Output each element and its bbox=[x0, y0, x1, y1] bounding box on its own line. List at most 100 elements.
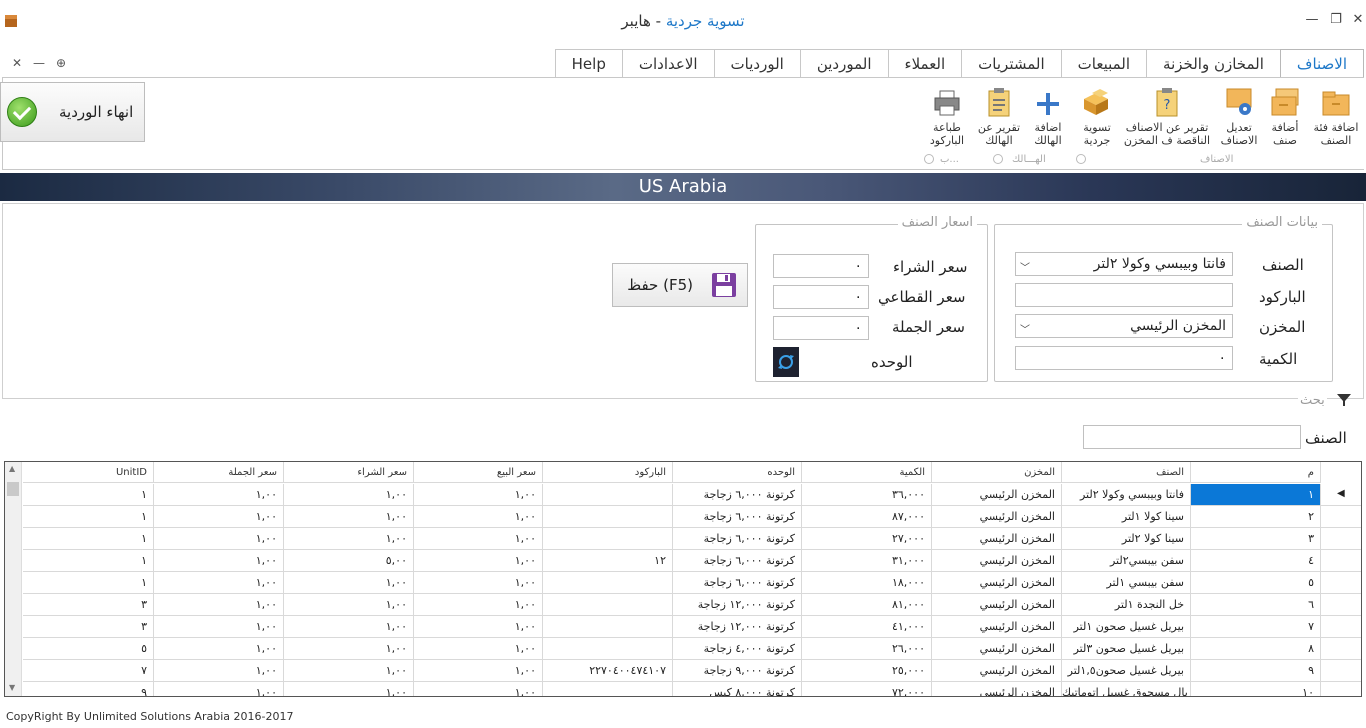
retail-price-field[interactable]: ٠ bbox=[773, 285, 869, 309]
grid-cell-col-sale-price[interactable]: ١,٠٠ bbox=[414, 682, 543, 696]
grid-cell-col-store[interactable]: المخزن الرئيسي bbox=[932, 484, 1062, 506]
header-col-sale-price[interactable]: سعر البيع bbox=[414, 462, 543, 483]
grid-cell-col-unit[interactable]: كرتونة ٦,٠٠٠ زجاجة bbox=[673, 528, 802, 550]
grid-cell-col-buy-price[interactable]: ٥,٠٠ bbox=[284, 550, 414, 572]
group-expand-icon[interactable] bbox=[993, 154, 1003, 164]
grid-cell-col-item[interactable]: سفن بيبسي٢لتر bbox=[1062, 550, 1191, 572]
restore-button[interactable]: ❐ bbox=[1326, 12, 1346, 27]
add-waste-button[interactable]: اضافة الهالك bbox=[1030, 83, 1066, 147]
grid-cell-col-buy-price[interactable]: ١,٠٠ bbox=[284, 528, 414, 550]
row-header[interactable] bbox=[1319, 682, 1361, 696]
grid-cell-col-unit[interactable]: كرتونة ٤,٠٠٠ زجاجة bbox=[673, 638, 802, 660]
grid-cell-col-store[interactable]: المخزن الرئيسي bbox=[932, 550, 1062, 572]
grid-cell-col-unit-id[interactable]: ٣ bbox=[23, 594, 154, 616]
grid-cell-col-index[interactable]: ٩ bbox=[1191, 660, 1321, 682]
grid-cell-col-wholesale-price[interactable]: ١,٠٠ bbox=[154, 572, 284, 594]
grid-cell-col-buy-price[interactable]: ١,٠٠ bbox=[284, 616, 414, 638]
grid-cell-col-barcode[interactable] bbox=[543, 638, 673, 660]
grid-cell-col-unit-id[interactable]: ١ bbox=[23, 528, 154, 550]
grid-cell-col-qty[interactable]: ٤١,٠٠٠ bbox=[802, 616, 932, 638]
grid-cell-col-store[interactable]: المخزن الرئيسي bbox=[932, 528, 1062, 550]
tab-help[interactable]: Help bbox=[554, 49, 623, 77]
grid-cell-col-sale-price[interactable]: ١,٠٠ bbox=[414, 616, 543, 638]
grid-cell-col-wholesale-price[interactable]: ١,٠٠ bbox=[154, 484, 284, 506]
grid-cell-col-index[interactable]: ٧ bbox=[1191, 616, 1321, 638]
grid-cell-col-wholesale-price[interactable]: ١,٠٠ bbox=[154, 506, 284, 528]
barcode-field[interactable] bbox=[1015, 283, 1233, 307]
grid-cell-col-wholesale-price[interactable]: ١,٠٠ bbox=[154, 638, 284, 660]
grid-cell-col-unit[interactable]: كرتونة ١٢,٠٠٠ زجاجة bbox=[673, 616, 802, 638]
close-button[interactable]: ✕ bbox=[1348, 12, 1366, 27]
tab-settings[interactable]: الاعدادات bbox=[621, 49, 715, 77]
row-header[interactable] bbox=[1319, 572, 1361, 594]
grid-cell-col-item[interactable]: خل النجدة ١لتر bbox=[1062, 594, 1191, 616]
grid-cell-col-buy-price[interactable]: ١,٠٠ bbox=[284, 682, 414, 696]
group-expand-icon[interactable] bbox=[1076, 154, 1086, 164]
save-button[interactable]: حفظ (F5) bbox=[612, 263, 748, 307]
tab-shifts[interactable]: الورديات bbox=[713, 49, 801, 77]
grid-scrollbar[interactable]: ▲ ▼ bbox=[5, 462, 22, 696]
grid-cell-col-wholesale-price[interactable]: ١,٠٠ bbox=[154, 594, 284, 616]
tab-sales[interactable]: المبيعات bbox=[1060, 49, 1148, 77]
row-header[interactable] bbox=[1319, 506, 1361, 528]
inventory-adjust-button[interactable]: تسوية جردية bbox=[1076, 83, 1118, 147]
grid-cell-col-barcode[interactable]: ١٢ bbox=[543, 550, 673, 572]
grid-cell-col-index[interactable]: ١ bbox=[1191, 484, 1321, 506]
grid-cell-col-store[interactable]: المخزن الرئيسي bbox=[932, 638, 1062, 660]
header-col-barcode[interactable]: الباركود bbox=[543, 462, 673, 483]
add-item-button[interactable]: أضافة صنف bbox=[1266, 83, 1304, 147]
grid-cell-col-qty[interactable]: ٢٧,٠٠٠ bbox=[802, 528, 932, 550]
grid-cell-col-wholesale-price[interactable]: ١,٠٠ bbox=[154, 660, 284, 682]
grid-cell-col-unit[interactable]: كرتونة ٦,٠٠٠ زجاجة bbox=[673, 484, 802, 506]
grid-cell-col-buy-price[interactable]: ١,٠٠ bbox=[284, 638, 414, 660]
group-expand-icon[interactable] bbox=[924, 154, 934, 164]
grid-cell-col-store[interactable]: المخزن الرئيسي bbox=[932, 682, 1062, 696]
grid-cell-col-sale-price[interactable]: ١,٠٠ bbox=[414, 638, 543, 660]
grid-cell-col-unit-id[interactable]: ٥ bbox=[23, 638, 154, 660]
tab-items[interactable]: الاصناف bbox=[1279, 49, 1364, 78]
grid-cell-col-barcode[interactable] bbox=[543, 506, 673, 528]
grid-cell-col-barcode[interactable] bbox=[543, 572, 673, 594]
grid-cell-col-index[interactable]: ٦ bbox=[1191, 594, 1321, 616]
header-col-store[interactable]: المخزن bbox=[932, 462, 1062, 483]
ribbon-minimize-icon[interactable]: — bbox=[28, 56, 50, 70]
grid-cell-col-buy-price[interactable]: ١,٠٠ bbox=[284, 660, 414, 682]
item-select[interactable]: ﹀ فانتا وبيبسي وكولا ٢لتر bbox=[1015, 252, 1233, 276]
scroll-thumb[interactable] bbox=[7, 482, 19, 496]
tab-purchases[interactable]: المشتريات bbox=[961, 49, 1062, 77]
grid-cell-col-barcode[interactable]: ٢٢٧٠٤٠٠٤٧٤١٠٧ bbox=[543, 660, 673, 682]
grid-cell-col-unit-id[interactable]: ١ bbox=[23, 484, 154, 506]
grid-cell-col-barcode[interactable] bbox=[543, 484, 673, 506]
grid-cell-col-index[interactable]: ١٠ bbox=[1191, 682, 1321, 696]
refresh-units-button[interactable] bbox=[773, 347, 799, 377]
grid-cell-col-qty[interactable]: ٣١,٠٠٠ bbox=[802, 550, 932, 572]
row-header[interactable] bbox=[1319, 616, 1361, 638]
grid-cell-col-wholesale-price[interactable]: ١,٠٠ bbox=[154, 550, 284, 572]
grid-cell-col-item[interactable]: اريال مسحوق غسيل اتوماتيك bbox=[1062, 682, 1191, 696]
header-col-index[interactable]: م bbox=[1191, 462, 1321, 483]
grid-cell-col-item[interactable]: سينا كولا ٢لتر bbox=[1062, 528, 1191, 550]
grid-cell-col-barcode[interactable] bbox=[543, 528, 673, 550]
grid-cell-col-index[interactable]: ٥ bbox=[1191, 572, 1321, 594]
grid-cell-col-item[interactable]: سينا كولا ١لتر bbox=[1062, 506, 1191, 528]
grid-cell-col-qty[interactable]: ٢٦,٠٠٠ bbox=[802, 638, 932, 660]
grid-cell-col-qty[interactable]: ٣٦,٠٠٠ bbox=[802, 484, 932, 506]
tab-suppliers[interactable]: الموردين bbox=[799, 49, 889, 77]
print-barcode-button[interactable]: طباعة الباركود bbox=[926, 83, 968, 147]
grid-cell-col-wholesale-price[interactable]: ١,٠٠ bbox=[154, 616, 284, 638]
row-header[interactable] bbox=[1319, 528, 1361, 550]
tab-customers[interactable]: العملاء bbox=[887, 49, 963, 77]
header-col-qty[interactable]: الكمية bbox=[802, 462, 932, 483]
shortage-report-button[interactable]: ? تقرير عن الاصناف الناقصة ف المخزن bbox=[1122, 83, 1212, 147]
grid-cell-col-buy-price[interactable]: ١,٠٠ bbox=[284, 594, 414, 616]
grid-cell-col-unit-id[interactable]: ١ bbox=[23, 550, 154, 572]
grid-cell-col-sale-price[interactable]: ١,٠٠ bbox=[414, 528, 543, 550]
grid-cell-col-item[interactable]: فانتا وبيبسي وكولا ٢لتر bbox=[1062, 484, 1191, 506]
ribbon-collapse-icon[interactable]: ⊕ bbox=[50, 56, 72, 70]
grid-cell-col-sale-price[interactable]: ١,٠٠ bbox=[414, 506, 543, 528]
grid-cell-col-unit[interactable]: كرتونة ٨,٠٠٠ كيس bbox=[673, 682, 802, 696]
edit-items-button[interactable]: تعديل الاصناف bbox=[1216, 83, 1262, 147]
waste-report-button[interactable]: تقرير عن الهالك bbox=[974, 83, 1024, 147]
grid-cell-col-item[interactable]: بيريل غسيل صحون ١لتر bbox=[1062, 616, 1191, 638]
grid-cell-col-wholesale-price[interactable]: ١,٠٠ bbox=[154, 528, 284, 550]
